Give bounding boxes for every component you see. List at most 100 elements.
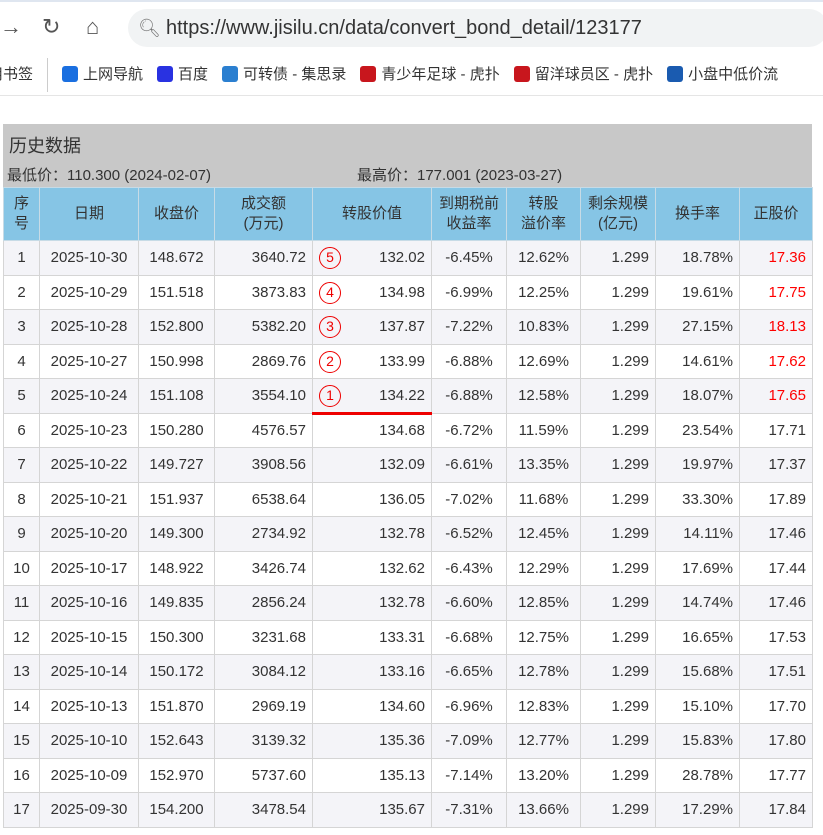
cell-value: 2025-10-21: [50, 490, 128, 508]
column-header[interactable]: 日期: [39, 187, 139, 241]
bookmark-item[interactable]: 留洋球员区 - 虎扑: [513, 58, 653, 92]
table-cell: 2 133.99: [312, 343, 432, 379]
column-header[interactable]: 到期税前 收益率: [431, 187, 507, 241]
cell-value: 15.10%: [682, 697, 733, 715]
bookmark-item[interactable]: 小盘中低价流: [667, 58, 778, 92]
table-cell: 148.922: [138, 550, 215, 586]
cell-value: -6.60%: [445, 594, 493, 612]
table-cell: -6.43%: [431, 550, 507, 586]
table-cell: 2025-10-10: [39, 723, 139, 759]
column-header[interactable]: 正股价: [739, 187, 813, 241]
cell-value: 152.970: [149, 766, 204, 784]
cell-value: 14.74%: [682, 594, 733, 612]
table-cell: 13.20%: [506, 757, 581, 793]
cell-value: 135.36: [379, 732, 425, 750]
bookmark-item[interactable]: 上网导航: [62, 58, 143, 92]
cell-value: 17.89: [768, 490, 806, 508]
table-cell: 132.78: [312, 516, 432, 552]
bookmark-item[interactable]: 百度: [157, 58, 208, 92]
cell-value: 134.22: [379, 386, 425, 404]
table-cell: -6.60%: [431, 585, 507, 621]
table-cell: 12.62%: [506, 240, 581, 276]
table-cell: 9: [3, 516, 40, 552]
cell-value: -7.22%: [445, 318, 493, 336]
table-cell: -6.68%: [431, 619, 507, 655]
bookmark-item[interactable]: 可转债 - 集思录: [222, 58, 346, 92]
table-cell: 17.71: [739, 412, 813, 448]
cell-value: 11: [13, 594, 30, 612]
cell-value: 4: [17, 352, 26, 370]
column-header[interactable]: 转股价值: [312, 187, 432, 241]
table-cell: 17.46: [739, 585, 813, 621]
cell-value: 2025-10-17: [50, 559, 128, 577]
cell-value: 17.69%: [682, 559, 733, 577]
table-cell: 152.970: [138, 757, 215, 793]
table-cell: 2025-10-13: [39, 688, 139, 724]
table-cell: 134.68: [312, 412, 432, 448]
cell-value: 3908.56: [251, 456, 306, 474]
table-cell: 13.66%: [506, 792, 581, 828]
column-header[interactable]: 收盘价: [138, 187, 215, 241]
bookmark-item[interactable]: 青少年足球 - 虎扑: [360, 58, 500, 92]
cell-value: 1.299: [611, 283, 649, 301]
column-header[interactable]: 换手率: [655, 187, 740, 241]
table-row: 1 2025-10-30 148.672 3640.72 5 132.02 -6.45% 12…: [3, 240, 813, 276]
table-cell: 3231.68: [214, 619, 313, 655]
cell-value: 5737.60: [251, 766, 306, 784]
cell-value: 6: [17, 421, 26, 439]
bookmark-item[interactable]: 用书签: [0, 58, 49, 92]
table-cell: 150.172: [138, 654, 215, 690]
cell-value: 1.299: [611, 352, 649, 370]
table-cell: 1.299: [580, 654, 656, 690]
address-bar[interactable]: 🔍︎ https://www.jisilu.cn/data/convert_bon…: [128, 9, 823, 47]
cell-value: 148.922: [149, 559, 204, 577]
table-cell: 135.36: [312, 723, 432, 759]
table-cell: 12.29%: [506, 550, 581, 586]
cell-value: 3640.72: [251, 249, 306, 267]
table-cell: 132.09: [312, 447, 432, 483]
table-cell: 149.727: [138, 447, 215, 483]
column-header[interactable]: 转股 溢价率: [506, 187, 581, 241]
cell-value: 134.98: [379, 283, 425, 301]
table-cell: 3873.83: [214, 274, 313, 310]
table-cell: 152.800: [138, 309, 215, 345]
cell-value: 3478.54: [251, 801, 306, 819]
table-cell: 14.61%: [655, 343, 740, 379]
rank-circle-annotation: 4: [319, 281, 341, 304]
table-cell: 12.45%: [506, 516, 581, 552]
cell-value: 2734.92: [251, 525, 306, 543]
table-cell: 28.78%: [655, 757, 740, 793]
table-cell: 7: [3, 447, 40, 483]
table-cell: 2025-10-16: [39, 585, 139, 621]
reload-icon[interactable]: ↻: [42, 14, 60, 40]
cell-value: 154.200: [149, 801, 204, 819]
table-cell: 17.77: [739, 757, 813, 793]
paw-icon: [157, 66, 174, 82]
cell-value: 137.87: [379, 318, 425, 336]
q-icon: [62, 66, 79, 82]
column-header[interactable]: 序 号: [3, 187, 40, 241]
table-cell: 1.299: [580, 240, 656, 276]
table-cell: 2025-10-20: [39, 516, 139, 552]
bookmark-label: 青少年足球 - 虎扑: [381, 66, 500, 83]
table-cell: 135.13: [312, 757, 432, 793]
table-cell: 12.83%: [506, 688, 581, 724]
table-cell: 3: [3, 309, 40, 345]
forward-icon[interactable]: →: [0, 14, 22, 40]
table-cell: 4 134.98: [312, 274, 432, 310]
table-cell: 13.35%: [506, 447, 581, 483]
column-header[interactable]: 剩余规模 (亿元): [580, 187, 656, 241]
cell-value: 12.75%: [518, 628, 569, 646]
table-cell: 19.61%: [655, 274, 740, 310]
table-cell: 1.299: [580, 619, 656, 655]
column-header[interactable]: 成交额 (万元): [214, 187, 313, 241]
cell-value: 1.299: [611, 594, 649, 612]
table-cell: 17.51: [739, 654, 813, 690]
table-cell: 33.30%: [655, 481, 740, 517]
table-cell: 1.299: [580, 343, 656, 379]
table-cell: 19.97%: [655, 447, 740, 483]
table-cell: 17.44: [739, 550, 813, 586]
home-icon[interactable]: ⌂: [86, 14, 99, 40]
cell-value: 17.51: [768, 663, 806, 681]
cell-value: 15: [13, 732, 30, 750]
